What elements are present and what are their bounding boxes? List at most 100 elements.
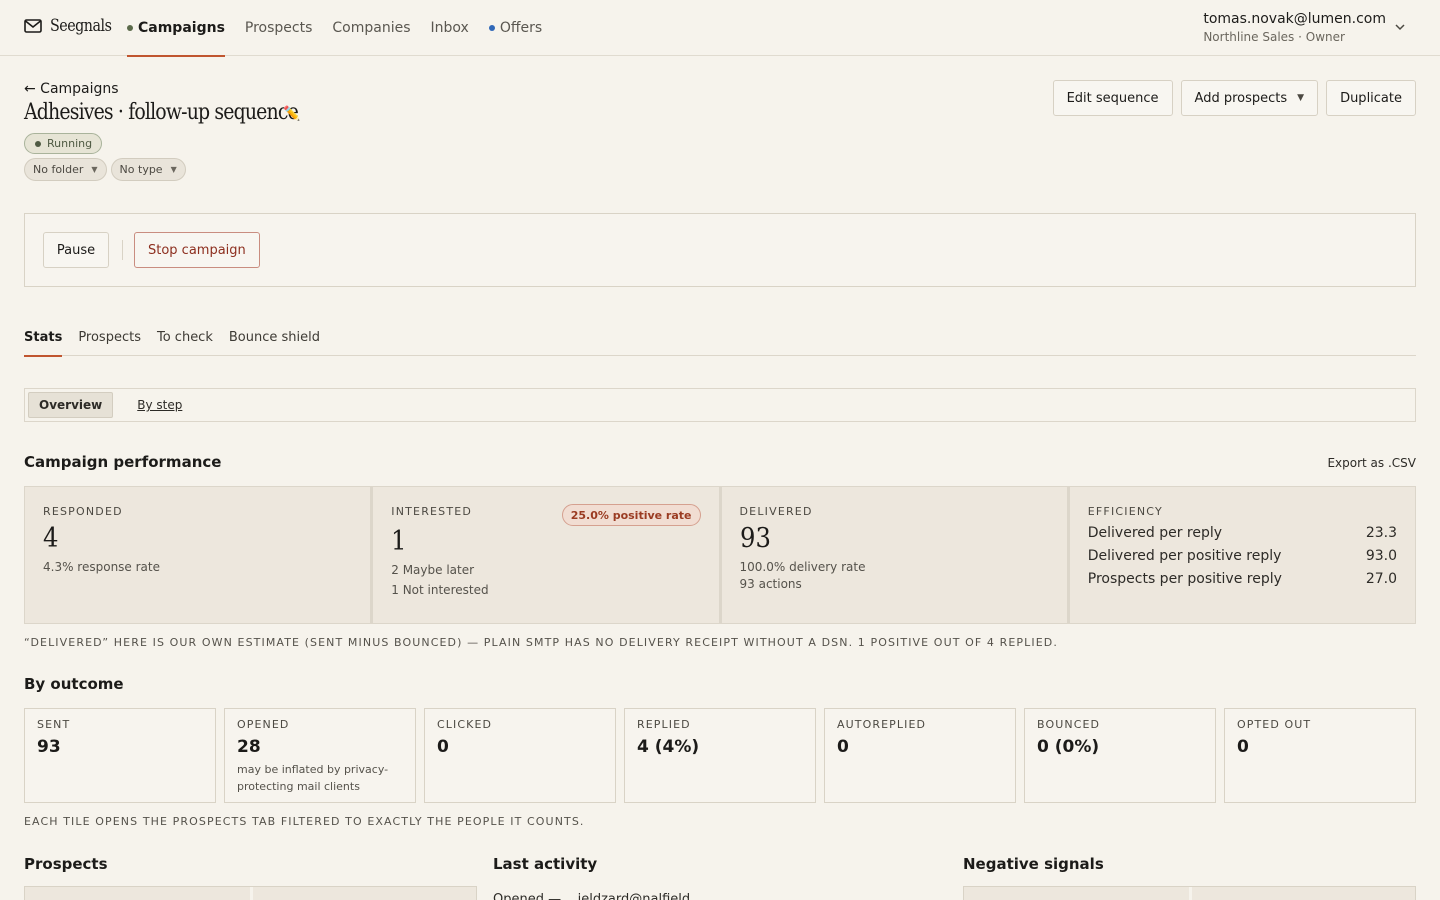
tile-label: Bounced (1037, 718, 1101, 731)
divider (1189, 887, 1192, 900)
mail-icon (24, 19, 42, 33)
nav-companies[interactable]: Companies (332, 0, 410, 56)
brand-logo[interactable]: Seegnals (24, 16, 123, 36)
top-nav: Seegnals Campaigns Prospects Companies I… (0, 0, 1440, 57)
tile-value: 0 (437, 737, 449, 757)
tile-value: 0 (0%) (1037, 737, 1100, 757)
tab-bounce-shield[interactable]: Bounce shield (229, 318, 320, 356)
caret-down-icon: ▼ (1297, 93, 1305, 103)
type-label: No type (119, 163, 163, 176)
outcome-tile-replied[interactable]: Replied 4 (4%) (624, 708, 816, 803)
tile-label: Clicked (437, 718, 493, 731)
efficiency-row: Delivered per positive reply 93.0 (1088, 548, 1397, 564)
tab-stats[interactable]: Stats (24, 318, 63, 357)
nav-campaigns-label: Campaigns (138, 20, 225, 36)
duplicate-button[interactable]: Duplicate (1326, 80, 1416, 116)
edit-sequence-label: Edit sequence (1066, 90, 1159, 106)
efficiency-row: Prospects per positive reply 27.0 (1088, 571, 1397, 587)
export-csv-link[interactable]: Export as .CSV (1327, 456, 1416, 470)
interested-value: 1 (391, 526, 407, 557)
pause-button[interactable]: Pause (43, 232, 109, 268)
pause-label: Pause (56, 242, 96, 258)
performance-cards: Responded 4 4.3% response rate Intereste… (24, 486, 1416, 624)
efficiency-row-label: Delivered per positive reply (1087, 548, 1282, 564)
nav-inbox[interactable]: Inbox (431, 0, 469, 56)
tile-label: Opened (237, 718, 290, 731)
response-rate: 4.3% response rate (43, 560, 160, 574)
tile-note: may be inflated by privacy-protecting ma… (237, 763, 389, 793)
active-dot-icon (127, 25, 133, 31)
delivery-rate: 100.0% delivery rate (739, 560, 866, 574)
outcome-tile-autoreplied[interactable]: Autoreplied 0 (824, 708, 1016, 803)
account-menu[interactable]: tomas.novak@lumen.com Northline Sales · … (1203, 11, 1386, 44)
responded-label: Responded (43, 505, 123, 518)
efficiency-row-value: 27.0 (1365, 571, 1397, 587)
last-activity-row[interactable]: Opened — ...jeldzard@nalfield... (493, 892, 907, 900)
account-email: tomas.novak@lumen.com (1203, 11, 1386, 27)
actions-count: 93 actions (739, 577, 802, 591)
delivered-footnote: “Delivered” here is our own estimate (se… (24, 636, 1058, 649)
divider (122, 240, 123, 260)
status-label: Running (47, 137, 93, 150)
outcome-footnote: Each tile opens the Prospects tab filter… (24, 815, 585, 828)
caret-down-icon: ▼ (91, 165, 98, 174)
nav-prospects-label: Prospects (244, 20, 313, 36)
stop-campaign-label: Stop campaign (148, 242, 246, 258)
negative-signals-heading: Negative signals (963, 855, 1104, 873)
status-badge: Running (24, 133, 103, 154)
edit-sequence-button[interactable]: Edit sequence (1052, 80, 1173, 116)
tile-value: 4 (4%) (637, 737, 700, 757)
nav-companies-label: Companies (332, 20, 411, 36)
outcome-tile-bounced[interactable]: Bounced 0 (0%) (1024, 708, 1216, 803)
brand-name: Seegnals (50, 16, 112, 36)
tab-prospects[interactable]: Prospects (78, 318, 141, 356)
pencil-icon[interactable]: ✏️ (283, 106, 300, 122)
main-nav: Campaigns Prospects Companies Inbox Offe… (127, 0, 562, 57)
delivered-value: 93 (739, 523, 771, 554)
outcome-tile-clicked[interactable]: Clicked 0 (424, 708, 616, 803)
nav-offers-label: Offers (499, 20, 543, 36)
tile-value: 28 (237, 737, 261, 757)
back-to-campaigns-link[interactable]: ← Campaigns (24, 81, 119, 97)
efficiency-card: Efficiency Delivered per reply 23.3 Deli… (1069, 487, 1415, 623)
delivered-card[interactable]: Delivered 93 100.0% delivery rate 93 act… (721, 487, 1067, 623)
campaign-tabs: Stats Prospects To check Bounce shield (24, 318, 1416, 357)
tile-label: Replied (637, 718, 691, 731)
nav-campaigns[interactable]: Campaigns (127, 0, 225, 57)
campaign-meta: No folder ▼ No type ▼ (24, 158, 186, 181)
efficiency-row-label: Prospects per positive reply (1087, 571, 1282, 587)
folder-select[interactable]: No folder ▼ (24, 158, 107, 181)
type-select[interactable]: No type ▼ (110, 158, 186, 181)
campaign-title: Adhesives · follow-up sequence (24, 100, 299, 125)
not-interested-count: 1 Not interested (391, 583, 489, 597)
status-dot-icon (35, 140, 41, 147)
efficiency-row-label: Delivered per reply (1087, 525, 1223, 541)
chevron-down-icon[interactable] (1394, 20, 1406, 38)
account-org: Northline Sales · Owner (1203, 30, 1345, 44)
nav-offers[interactable]: Offers (488, 0, 543, 56)
duplicate-label: Duplicate (1340, 90, 1402, 106)
tile-label: Opted out (1237, 718, 1312, 731)
efficiency-row-value: 93.0 (1365, 548, 1397, 564)
nav-prospects[interactable]: Prospects (245, 0, 312, 56)
header-actions: Edit sequence Add prospects ▼ Duplicate (1052, 80, 1416, 116)
tab-to-check[interactable]: To check (157, 318, 213, 356)
efficiency-row-value: 23.3 (1365, 525, 1397, 541)
outcome-tile-opened[interactable]: Opened 28 may be inflated by privacy-pro… (224, 708, 416, 803)
by-outcome-heading: By outcome (24, 675, 124, 693)
interested-card[interactable]: Interested 25.0% positive rate 1 2 Maybe… (373, 487, 719, 623)
outcome-tile-sent[interactable]: Sent 93 (24, 708, 216, 803)
subtab-by-step[interactable]: By step (127, 393, 192, 417)
tile-value: 93 (37, 737, 61, 757)
tile-value: 0 (837, 737, 849, 757)
add-prospects-button[interactable]: Add prospects ▼ (1180, 80, 1319, 116)
subtab-overview[interactable]: Overview (28, 392, 114, 418)
add-prospects-label: Add prospects (1194, 90, 1288, 106)
responded-card[interactable]: Responded 4 4.3% response rate (25, 487, 371, 623)
stop-campaign-button[interactable]: Stop campaign (134, 232, 260, 268)
delivered-label: Delivered (739, 505, 813, 518)
outcome-tile-opted-out[interactable]: Opted out 0 (1224, 708, 1416, 803)
prospects-summary-cards (24, 886, 477, 900)
caret-down-icon: ▼ (170, 165, 177, 174)
negative-signals-cards (963, 886, 1416, 900)
